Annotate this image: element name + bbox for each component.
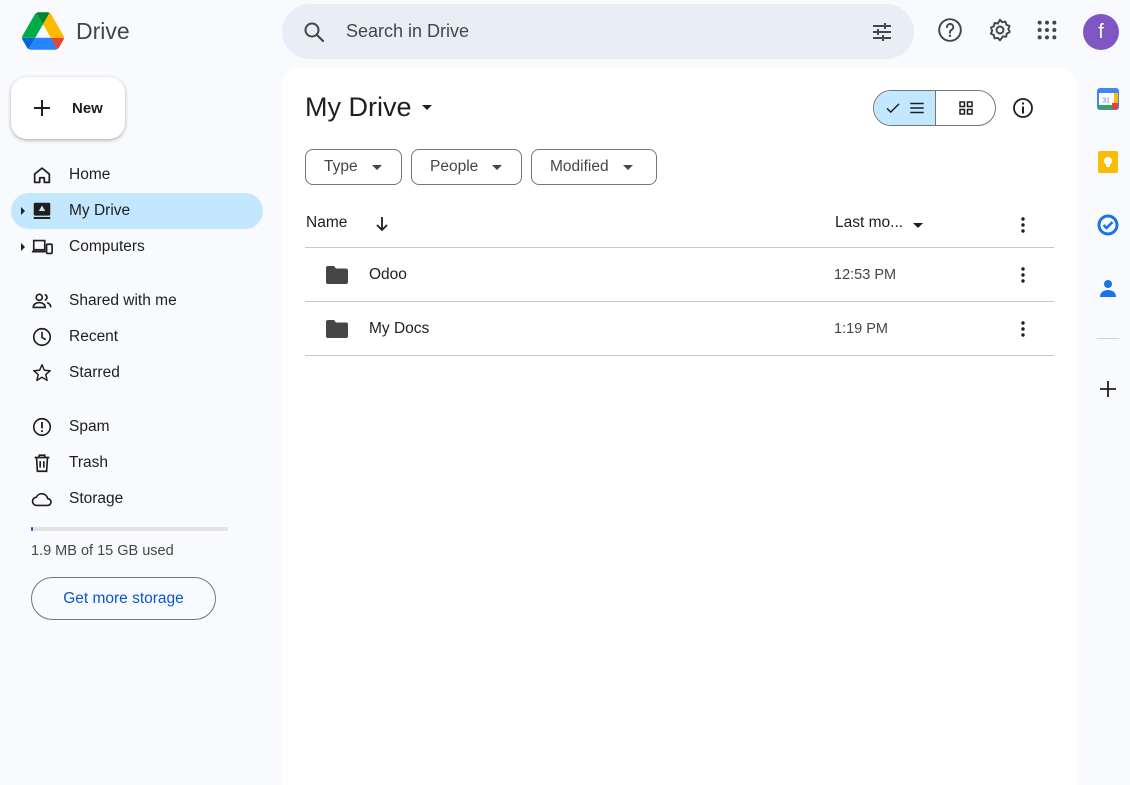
chip-dropdown-icon [622,164,633,170]
last-modified-column-header[interactable]: Last mo... [835,214,903,232]
sort-arrow-icon[interactable] [374,215,390,233]
expand-arrow-icon[interactable] [21,243,25,251]
sidebar-item-recent[interactable]: Recent [11,319,263,355]
apps-grid-icon[interactable] [1029,12,1065,48]
app-name: Drive [76,17,130,44]
clock-icon [31,326,53,348]
people-filter-chip[interactable]: People [411,149,522,185]
home-icon [31,164,53,186]
file-name: Odoo [369,265,407,283]
sidebar-item-computers[interactable]: Computers [11,229,263,265]
storage-usage-text: 1.9 MB of 15 GB used [31,543,174,559]
chip-label: Modified [550,158,609,175]
table-row[interactable]: Odoo 12:53 PM [305,248,1054,301]
sidebar-item-storage[interactable]: Storage [11,481,263,517]
sidebar-item-label: Recent [69,328,119,345]
settings-icon[interactable] [982,12,1018,48]
chip-dropdown-icon [492,164,503,170]
sidebar-item-label: Starred [69,364,120,381]
file-modified: 12:53 PM [834,266,897,283]
keep-icon[interactable] [1097,151,1119,173]
info-icon[interactable] [1011,96,1035,120]
more-actions-icon[interactable] [1013,319,1033,339]
storage-progress-fill [31,527,33,531]
get-more-storage-button[interactable]: Get more storage [31,577,216,620]
sidebar-item-spam[interactable]: Spam [11,409,263,445]
star-icon [31,362,53,384]
help-icon[interactable] [932,12,968,48]
expand-arrow-icon[interactable] [21,207,25,215]
folder-icon [325,265,349,285]
tasks-icon[interactable] [1097,214,1119,236]
svg-text:31: 31 [1102,98,1110,105]
rail-divider [1097,338,1119,339]
new-button[interactable]: New [11,77,125,139]
sidebar-item-label: Home [69,166,111,183]
computers-icon [31,236,53,258]
account-avatar[interactable]: f [1083,14,1119,50]
chip-dropdown-icon [371,164,382,170]
column-dropdown-icon[interactable] [913,223,923,228]
sidebar-item-label: Storage [69,490,124,507]
sidebar-item-starred[interactable]: Starred [11,355,263,391]
sidebar-item-label: Shared with me [69,292,177,309]
my-drive-icon [31,200,53,222]
search-options-icon[interactable] [870,20,894,44]
page-title: My Drive [305,92,412,122]
more-actions-icon[interactable] [1013,265,1033,285]
cloud-icon [31,488,53,510]
spam-icon [31,416,53,438]
name-column-header[interactable]: Name [306,214,347,232]
grid-icon [958,101,973,115]
drive-logo-icon [22,12,64,50]
add-addon-icon[interactable] [1097,378,1119,400]
sidebar-item-label: Trash [69,454,109,471]
calendar-icon[interactable]: 31 [1097,88,1119,110]
list-icon [909,102,924,114]
shared-icon [31,290,53,312]
view-toggle[interactable] [873,90,996,126]
storage-progress-bar [31,527,228,531]
sidebar-item-trash[interactable]: Trash [11,445,263,481]
type-filter-chip[interactable]: Type [305,149,402,185]
search-bar[interactable] [282,4,914,59]
sidebar-item-label: Spam [69,418,110,435]
search-input[interactable] [346,21,870,42]
main-panel: My Drive Type People Modified Name Last … [282,68,1076,785]
file-modified: 1:19 PM [834,320,888,337]
modified-filter-chip[interactable]: Modified [531,149,657,185]
file-name: My Docs [369,319,430,337]
chip-label: Type [324,158,358,175]
grid-view-button[interactable] [936,91,995,125]
dropdown-arrow-icon [421,105,432,110]
list-view-button[interactable] [874,91,936,125]
search-icon[interactable] [302,20,326,44]
table-row[interactable]: My Docs 1:19 PM [305,302,1054,355]
new-button-label: New [72,99,103,117]
column-more-icon[interactable] [1013,215,1033,235]
sidebar-item-label: My Drive [69,202,131,219]
sidebar-item-home[interactable]: Home [11,157,263,193]
page-title-dropdown[interactable]: My Drive [305,92,432,123]
drive-logo[interactable]: Drive [22,12,130,50]
chip-label: People [430,158,479,175]
sidebar-item-label: Computers [69,238,145,255]
divider [305,355,1054,356]
contacts-icon[interactable] [1097,277,1119,299]
trash-icon [31,452,53,474]
folder-icon [325,319,349,339]
check-icon [885,103,900,114]
sidebar-item-shared-with-me[interactable]: Shared with me [11,283,263,319]
sidebar-item-my-drive[interactable]: My Drive [11,193,263,229]
plus-icon [30,96,54,120]
